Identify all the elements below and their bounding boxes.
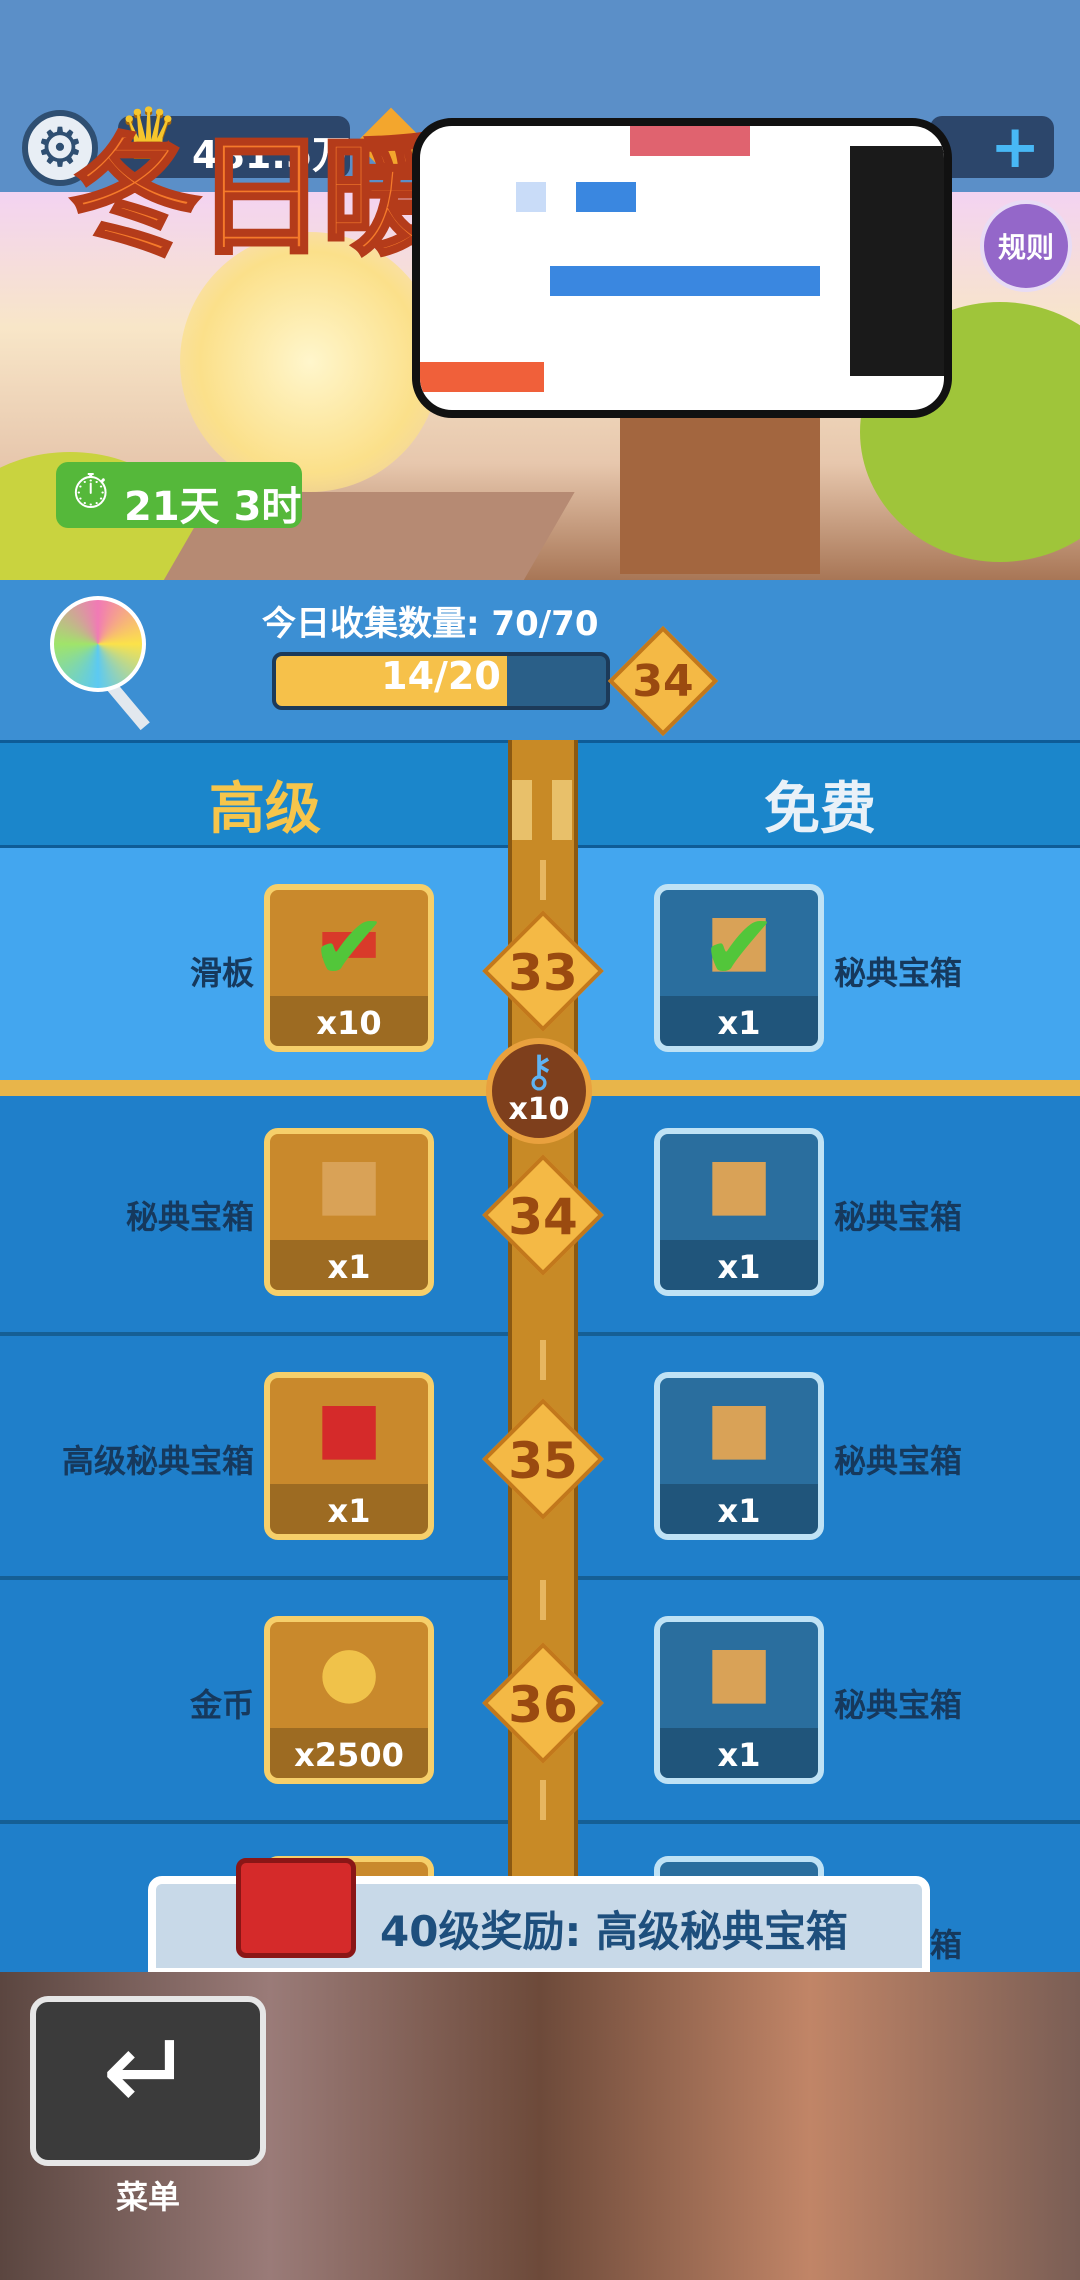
premium-reward-name: 金币 — [189, 1686, 254, 1724]
level-number: 33 — [508, 944, 578, 1002]
popup-block — [420, 362, 544, 392]
box-icon: ■ — [705, 1630, 773, 1712]
box-icon: ■ — [705, 1386, 773, 1468]
free-reward-name: 秘典宝箱 — [834, 954, 963, 992]
free-reward-card[interactable]: ■ ✔ x1 — [654, 884, 824, 1052]
road-dash — [540, 1780, 546, 1820]
box-icon: ■ — [315, 1142, 383, 1224]
level-number: 34 — [508, 1188, 578, 1246]
popup-block — [516, 182, 546, 212]
coin-bag-icon: ● — [318, 1630, 380, 1712]
premium-reward-name: 高级秘典宝箱 — [61, 1442, 254, 1480]
free-reward-name: 秘典宝箱 — [834, 1198, 963, 1236]
current-level-number: 34 — [632, 656, 694, 707]
box-icon: ■ — [705, 1142, 773, 1224]
red-box-icon: ■ — [315, 1386, 383, 1468]
rules-button[interactable]: 规则 — [980, 200, 1072, 292]
reward-count: x1 — [717, 1248, 761, 1286]
premium-reward-name: 滑板 — [189, 954, 254, 992]
level-40-reward-text: 40级奖励: 高级秘典宝箱 — [380, 1907, 848, 1956]
start-flag — [512, 780, 574, 840]
premium-column-title: 高级 — [209, 777, 321, 842]
road-dash — [540, 1580, 546, 1620]
premium-reward-card[interactable]: ▬ ✔ x10 — [264, 884, 434, 1052]
premium-reward-card[interactable]: ■ x1 — [264, 1128, 434, 1296]
key-count: x10 — [508, 1092, 570, 1127]
level-number: 36 — [508, 1676, 578, 1734]
premium-reward-card[interactable]: ● x2500 — [264, 1616, 434, 1784]
plus-icon[interactable]: + — [990, 112, 1040, 182]
free-reward-name: 箱 — [930, 1926, 963, 1964]
progress-text: 14/20 — [381, 654, 501, 698]
overlay-popup — [412, 118, 952, 418]
lollipop-icon — [50, 596, 146, 692]
reward-count: x1 — [327, 1492, 371, 1530]
cabin — [620, 414, 820, 574]
premium-reward-name: 秘典宝箱 — [125, 1198, 254, 1236]
reward-count: x1 — [327, 1248, 371, 1286]
free-reward-card[interactable]: ■ x1 — [654, 1372, 824, 1540]
checkmark-icon: ✔ — [310, 894, 388, 1001]
collect-count-label: 今日收集数量: 70/70 — [262, 604, 599, 644]
key-icon: ⚷ — [522, 1046, 556, 1097]
free-reward-card[interactable]: ■ x1 — [654, 1616, 824, 1784]
popup-block — [630, 126, 750, 156]
timer-text: 21天 3时 — [124, 484, 302, 530]
level-number: 35 — [508, 1432, 578, 1490]
event-title: 冬日暖 — [68, 119, 454, 275]
popup-block — [576, 182, 636, 212]
red-box-icon — [236, 1858, 356, 1958]
popup-block — [550, 266, 820, 296]
free-column-title: 免费 — [764, 777, 876, 842]
free-reward-card[interactable]: ■ x1 — [654, 1128, 824, 1296]
reward-count: x10 — [316, 1004, 382, 1042]
road-dash — [540, 1340, 546, 1380]
free-reward-name: 秘典宝箱 — [834, 1442, 963, 1480]
premium-reward-card[interactable]: ■ x1 — [264, 1372, 434, 1540]
reward-count: x1 — [717, 1736, 761, 1774]
reward-count: x1 — [717, 1492, 761, 1530]
road-dash — [540, 860, 546, 900]
return-arrow-icon: ↵ — [101, 2007, 195, 2135]
popup-block — [850, 146, 944, 376]
reward-count: x2500 — [294, 1736, 404, 1774]
free-reward-name: 秘典宝箱 — [834, 1686, 963, 1724]
checkmark-icon: ✔ — [700, 894, 778, 1001]
reward-count: x1 — [717, 1004, 761, 1042]
stopwatch-icon: ⏱ — [72, 464, 110, 520]
menu-label: 菜单 — [115, 2178, 180, 2216]
